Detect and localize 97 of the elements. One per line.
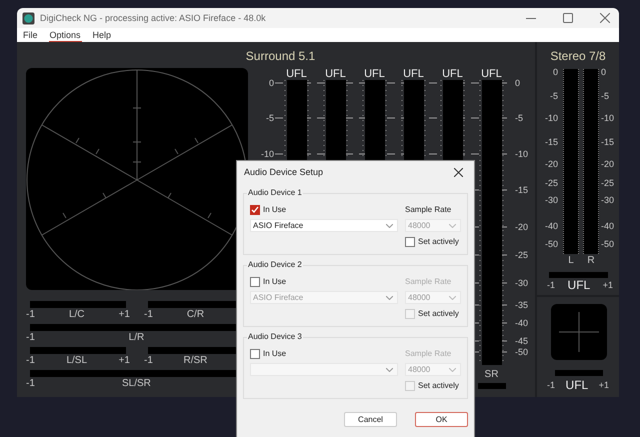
correlation-label: UFL bbox=[568, 278, 590, 292]
correlation-label: L/C bbox=[68, 308, 85, 322]
sample-rate-label: Sample Rate bbox=[405, 348, 452, 360]
caret-icon bbox=[386, 368, 393, 372]
caret-icon bbox=[386, 224, 393, 228]
correlation-label: C/R bbox=[186, 308, 204, 322]
caret-icon bbox=[449, 224, 456, 228]
peak-label: UFL bbox=[442, 68, 463, 80]
close-icon[interactable] bbox=[454, 168, 463, 176]
scale-label: -15 bbox=[515, 184, 528, 196]
checkbox[interactable] bbox=[250, 276, 260, 286]
panel-title: Stereo 7/8 bbox=[549, 48, 607, 65]
close-icon[interactable] bbox=[600, 13, 610, 23]
caret-icon bbox=[449, 368, 456, 372]
scale-label: +1 bbox=[118, 354, 130, 368]
meter-bar bbox=[478, 383, 506, 389]
scale-label: -45 bbox=[515, 335, 528, 347]
checkbox-label: Set actively bbox=[418, 309, 459, 318]
checkbox[interactable] bbox=[250, 204, 260, 214]
scale-label: -50 bbox=[515, 346, 528, 358]
app-icon bbox=[22, 12, 35, 24]
correlation-bar bbox=[555, 370, 603, 376]
scale-label: 0 bbox=[601, 66, 606, 78]
scale-label: +1 bbox=[598, 379, 609, 392]
scale-label: -40 bbox=[601, 220, 614, 232]
scale-label: 0 bbox=[268, 77, 274, 89]
sample-rate-label: Sample Rate bbox=[405, 276, 452, 288]
scale-label: -20 bbox=[544, 158, 558, 170]
scale-label: -40 bbox=[544, 220, 558, 232]
scale-label: -20 bbox=[601, 158, 614, 170]
scale-label: 0 bbox=[552, 66, 558, 78]
scale-label: -5 bbox=[601, 90, 610, 102]
scale-label: -25 bbox=[544, 177, 558, 189]
checkbox-label: In Use bbox=[263, 205, 286, 214]
dialog-button[interactable]: OK bbox=[415, 412, 468, 427]
peak-label: UFL bbox=[325, 68, 346, 80]
correlation-label: L/SL bbox=[66, 354, 88, 368]
scale-label: -10 bbox=[260, 148, 274, 160]
peak-label: UFL bbox=[286, 68, 307, 80]
scale-label: -1 bbox=[547, 379, 556, 392]
device-dropdown[interactable]: ASIO Fireface bbox=[250, 219, 398, 232]
scale-label: -5 bbox=[515, 112, 524, 124]
scale-label: -10 bbox=[515, 148, 528, 160]
vectorscope-drawing bbox=[551, 304, 607, 360]
window-title: DigiCheck NG - processing active: ASIO Fireface - 48.0k bbox=[40, 13, 266, 23]
peak-label: UFL bbox=[364, 68, 385, 80]
panel-title: Surround 5.1 bbox=[244, 48, 316, 65]
menu-item[interactable]: File bbox=[22, 28, 39, 42]
scale-label: -30 bbox=[515, 277, 528, 289]
menu-item[interactable]: Help bbox=[92, 28, 112, 42]
checkbox[interactable] bbox=[250, 348, 260, 358]
scale-label: -10 bbox=[544, 112, 558, 124]
peak-label: UFL bbox=[481, 68, 502, 80]
correlation-label: L/R bbox=[128, 331, 144, 345]
scale-label: -1 bbox=[144, 308, 153, 322]
channel-label: R bbox=[587, 255, 595, 267]
scale-label: -1 bbox=[26, 331, 35, 345]
scale-label: 0 bbox=[515, 77, 520, 89]
correlation-label: R/SR bbox=[184, 354, 208, 368]
channel-label: L bbox=[568, 255, 574, 267]
sample-rate-label: Sample Rate bbox=[405, 204, 452, 216]
checkbox-label: Set actively bbox=[418, 237, 459, 246]
scale-label: -1 bbox=[144, 354, 153, 368]
scale-label: -30 bbox=[544, 194, 558, 206]
scale-label: -1 bbox=[26, 354, 35, 368]
correlation-label: SL/SR bbox=[122, 377, 151, 391]
scale-label: -20 bbox=[515, 221, 528, 233]
scale-label: -40 bbox=[515, 317, 528, 329]
checkbox-label: In Use bbox=[263, 349, 286, 358]
dialog-title: Audio Device Setup bbox=[244, 167, 324, 177]
scale-label: -1 bbox=[26, 377, 35, 391]
scale-label: -50 bbox=[544, 238, 558, 250]
scale-label: -25 bbox=[601, 177, 614, 189]
caret-icon bbox=[386, 296, 393, 300]
correlation-bar bbox=[549, 272, 608, 278]
dialog-button[interactable]: Cancel bbox=[344, 412, 397, 427]
scale-label: -15 bbox=[544, 136, 558, 148]
scale-label: -10 bbox=[601, 112, 614, 124]
caret-icon bbox=[449, 296, 456, 300]
scale-label: -5 bbox=[550, 90, 558, 102]
maximize-icon[interactable] bbox=[563, 13, 573, 23]
scale-label: -5 bbox=[266, 112, 274, 124]
scale-label: +1 bbox=[602, 279, 613, 292]
scale-label: -15 bbox=[601, 136, 614, 148]
scale-label: -35 bbox=[515, 299, 528, 311]
scale-label: -25 bbox=[515, 249, 528, 261]
checkbox-label: Set actively bbox=[418, 381, 459, 390]
checkbox-label: In Use bbox=[263, 277, 286, 286]
scale-label: -1 bbox=[26, 308, 35, 322]
channel-label: SR bbox=[484, 369, 498, 381]
scale-label: -50 bbox=[601, 238, 614, 250]
scale-label: +1 bbox=[118, 308, 130, 322]
correlation-label: UFL bbox=[566, 378, 588, 392]
checkbox[interactable] bbox=[405, 236, 415, 246]
peak-label: UFL bbox=[403, 68, 424, 80]
scale-label: -1 bbox=[547, 279, 556, 292]
scale-label: -30 bbox=[601, 194, 614, 206]
